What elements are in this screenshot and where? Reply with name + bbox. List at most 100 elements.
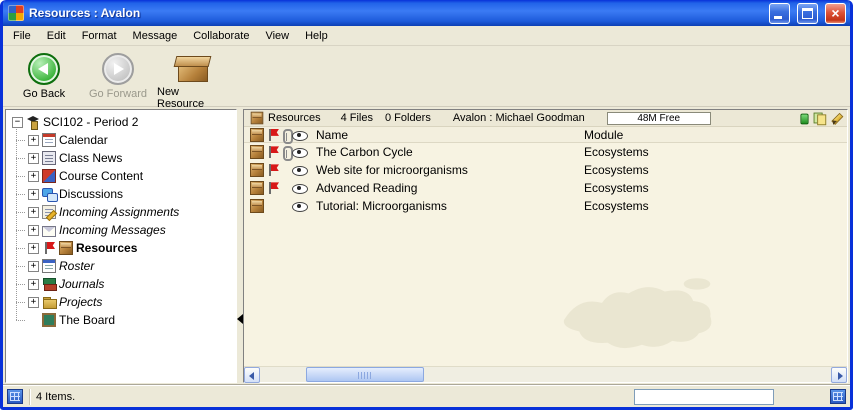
status-bar: 4 Items. [3, 385, 850, 407]
tree-expander-plus[interactable]: + [28, 207, 39, 218]
column-header-row[interactable]: Name Module [244, 127, 847, 143]
status-view-icon[interactable] [7, 389, 23, 404]
file-row-the-carbon-cycle[interactable]: The Carbon CycleEcosystems [244, 143, 847, 161]
column-module[interactable]: Module [584, 128, 847, 142]
menu-item-message[interactable]: Message [125, 28, 186, 44]
paperclip-icon [279, 145, 293, 159]
tree-item-journals[interactable]: +Journals [26, 275, 236, 293]
tree-item-the-board[interactable]: The Board [26, 311, 236, 329]
tree-item-label: Incoming Messages [59, 223, 166, 237]
tree-expander-plus[interactable]: + [28, 243, 39, 254]
tree-item-incoming-assignments[interactable]: +Incoming Assignments [26, 203, 236, 221]
main-area: −SCI102 - Period 2+Calendar+Class News+C… [3, 107, 850, 385]
tree-root[interactable]: −SCI102 - Period 2 [10, 113, 236, 131]
statusbar-grid-icon[interactable] [830, 389, 846, 404]
tree-item-discussions[interactable]: + Discussions [26, 185, 236, 203]
notes-icon[interactable] [814, 112, 825, 125]
menu-bar: FileEditFormatMessageCollaborateViewHelp [3, 26, 850, 46]
menu-item-format[interactable]: Format [74, 28, 125, 44]
tree-expander-plus[interactable]: + [28, 135, 39, 146]
file-name: Tutorial: Microorganisms [316, 199, 584, 213]
eye-icon [292, 181, 307, 195]
class-icon [26, 115, 40, 129]
file-list: The Carbon CycleEcosystemsWeb site for m… [244, 143, 847, 366]
go-forward-button[interactable]: Go Forward [83, 51, 153, 100]
resource-box-icon [250, 163, 264, 177]
journals-icon [42, 277, 56, 291]
menu-item-collaborate[interactable]: Collaborate [185, 28, 257, 44]
new-resource-icon [175, 53, 209, 83]
scroll-right-icon [838, 372, 843, 380]
map-watermark [545, 263, 735, 358]
messages-icon [42, 226, 56, 237]
column-type[interactable] [250, 127, 266, 142]
tree-expander-plus[interactable]: + [28, 297, 39, 308]
cell-attachment [279, 145, 292, 160]
statusbar-divider [29, 389, 30, 405]
paperclip-icon [279, 128, 293, 142]
tree-expander-plus[interactable]: + [28, 171, 39, 182]
column-flag[interactable] [266, 127, 279, 142]
cell-flag [266, 181, 279, 196]
file-module: Ecosystems [584, 145, 847, 159]
flag-icon [266, 145, 280, 159]
maximize-icon [802, 8, 813, 19]
menu-item-edit[interactable]: Edit [39, 28, 74, 44]
files-count: 4 Files [341, 112, 373, 124]
go-back-button-label: Go Back [23, 88, 65, 100]
scroll-left-icon [249, 372, 254, 380]
scrollbar-thumb[interactable] [306, 367, 424, 382]
board-icon [42, 313, 56, 327]
scroll-right-button[interactable] [831, 367, 847, 383]
tree-item-course-content[interactable]: +Course Content [26, 167, 236, 185]
panel-splitter[interactable] [237, 109, 243, 383]
tree-item-class-news[interactable]: +Class News [26, 149, 236, 167]
menu-item-view[interactable]: View [257, 28, 297, 44]
statusbar-field[interactable] [634, 389, 774, 405]
tree-expander-plus[interactable]: + [28, 279, 39, 290]
column-attachment[interactable] [279, 127, 292, 142]
file-row-web-site-for-microorganisms[interactable]: Web site for microorganismsEcosystems [244, 161, 847, 179]
minimize-icon [774, 16, 782, 19]
horizontal-scrollbar[interactable] [244, 366, 847, 382]
tree-item-label: Resources [76, 241, 137, 255]
menu-item-help[interactable]: Help [297, 28, 336, 44]
splitter-collapse-icon[interactable] [237, 314, 243, 324]
cell-type [250, 181, 266, 196]
minimize-button[interactable] [769, 3, 790, 24]
tree-expander-plus[interactable]: + [28, 189, 39, 200]
menu-item-file[interactable]: File [5, 28, 39, 44]
window-title: Resources : Avalon [29, 6, 762, 20]
go-back-button[interactable]: Go Back [9, 51, 79, 100]
column-name[interactable]: Name [316, 128, 584, 142]
maximize-button[interactable] [797, 3, 818, 24]
resources-panel: Resources 4 Files 0 Folders Avalon : Mic… [243, 109, 848, 383]
header-action-icons [800, 111, 843, 125]
close-icon: × [826, 4, 845, 23]
cell-visibility [292, 145, 316, 160]
tree-item-roster[interactable]: +Roster [26, 257, 236, 275]
scrollbar-track[interactable] [260, 367, 831, 382]
column-visibility[interactable] [292, 127, 316, 142]
file-row-tutorial-microorganisms[interactable]: Tutorial: MicroorganismsEcosystems [244, 197, 847, 215]
tree-expander-plus[interactable]: + [28, 153, 39, 164]
tree-item-label: Discussions [59, 187, 123, 201]
tree-expander-minus[interactable]: − [12, 117, 23, 128]
new-resource-button[interactable]: New Resource [157, 51, 227, 110]
tree-expander-plus[interactable]: + [28, 261, 39, 272]
cell-visibility [292, 199, 316, 214]
scroll-left-button[interactable] [244, 367, 260, 383]
tree-item-incoming-messages[interactable]: + Incoming Messages [26, 221, 236, 239]
tree-item-calendar[interactable]: +Calendar [26, 131, 236, 149]
tree-item-resources[interactable]: + Resources [26, 239, 236, 257]
tree-expander-plus[interactable]: + [28, 225, 39, 236]
resources-header-bar: Resources 4 Files 0 Folders Avalon : Mic… [244, 110, 847, 127]
close-button[interactable]: × [825, 3, 846, 24]
file-row-advanced-reading[interactable]: Advanced ReadingEcosystems [244, 179, 847, 197]
tree-item-projects[interactable]: +Projects [26, 293, 236, 311]
green-status-icon[interactable] [800, 113, 808, 124]
pencil-icon[interactable] [830, 112, 843, 125]
file-module: Ecosystems [584, 163, 847, 177]
eye-icon [292, 128, 307, 142]
resource-box-icon [250, 181, 264, 195]
